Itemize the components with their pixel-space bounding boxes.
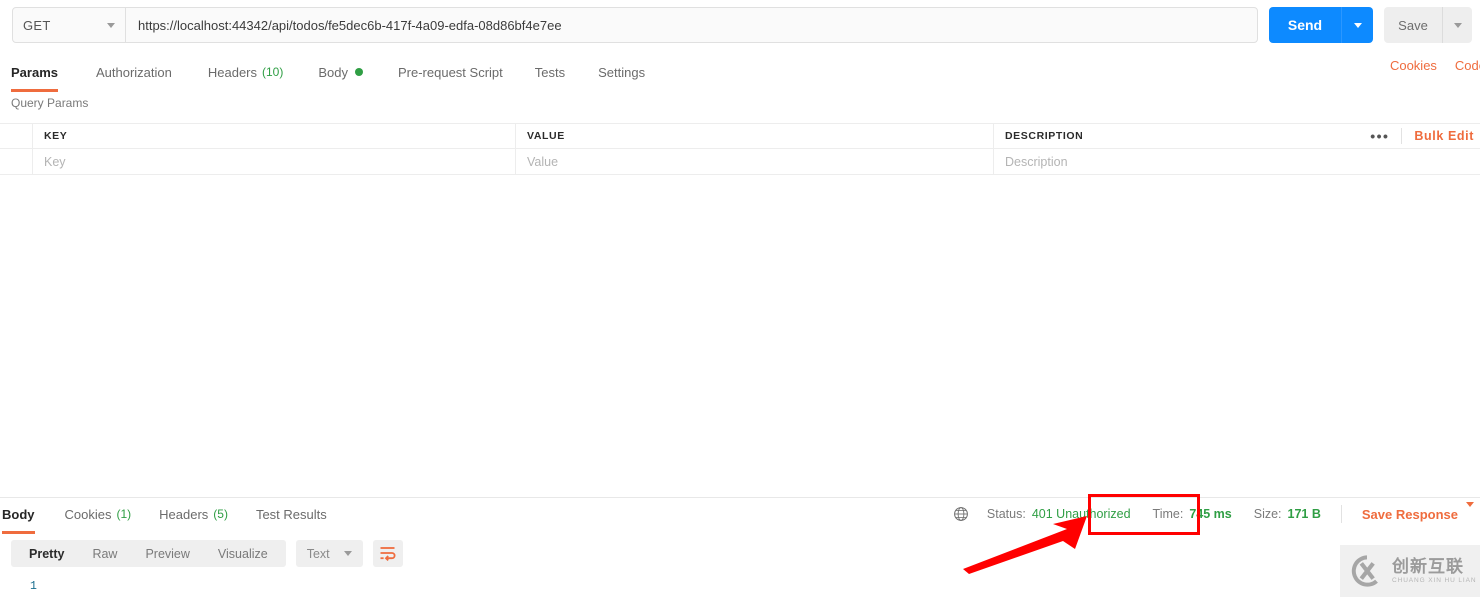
column-header-value: VALUE [516,124,994,148]
status-label: Status: [986,507,1026,521]
tab-tests[interactable]: Tests [535,56,565,88]
status-badge: 401 Unauthorized [1031,507,1131,521]
active-tab-underline [2,531,35,534]
send-button-group: Send [1269,7,1373,43]
tab-tests-label: Tests [534,64,566,80]
param-description-input[interactable]: Description [994,149,1480,174]
param-value-input[interactable]: Value [516,149,994,174]
tab-pre-request-script[interactable]: Pre-request Script [398,56,503,88]
request-url-input[interactable]: https://localhost:44342/api/todos/fe5dec… [125,7,1258,43]
request-url-bar: GET https://localhost:44342/api/todos/fe… [0,0,1480,50]
save-response-button[interactable]: Save Response [1362,507,1458,522]
response-tab-headers[interactable]: Headers (5) [159,498,228,530]
tab-headers-count: (10) [262,65,284,79]
column-header-description-label: DESCRIPTION [1005,130,1084,142]
response-tab-cookies[interactable]: Cookies (1) [65,498,132,530]
cookies-link[interactable]: Cookies [1390,58,1437,73]
params-table-actions: ••• Bulk Edit [1358,124,1474,148]
word-wrap-icon [380,547,396,561]
request-tabs-right-links: Cookies Code [1390,58,1480,73]
response-tab-cookies-label: Cookies [64,506,112,522]
time-value: 745 ms [1189,507,1232,521]
tab-body-label: Body [318,64,348,80]
response-content-type-label: Text [306,546,330,561]
tab-params[interactable]: Params [11,56,58,92]
request-tabs: Params Authorization Headers (10) Body P… [0,56,1480,92]
tab-pre-request-script-label: Pre-request Script [398,64,503,80]
response-tab-body-label: Body [2,506,35,522]
watermark-en: CHUANG XIN HU LIAN [1392,576,1477,584]
code-link[interactable]: Code [1455,58,1480,73]
response-body-gutter-line-number: 1 [30,580,37,593]
tab-headers-label: Headers [207,64,258,80]
chevron-down-icon [1466,502,1474,521]
response-tab-cookies-count: (1) [116,507,132,521]
view-mode-preview[interactable]: Preview [131,540,203,567]
watermark: 创新互联 CHUANG XIN HU LIAN [1340,545,1480,597]
tab-params-label: Params [11,64,58,80]
row-checkbox-cell[interactable] [0,149,33,174]
bulk-edit-button[interactable]: Bulk Edit [1402,129,1474,143]
view-mode-visualize[interactable]: Visualize [204,540,282,567]
postman-window: GET https://localhost:44342/api/todos/fe… [0,0,1480,597]
send-options-button[interactable] [1341,7,1373,43]
table-row[interactable]: Key Value Description [0,149,1480,175]
column-header-description: DESCRIPTION ••• Bulk Edit [994,124,1480,148]
globe-icon[interactable] [953,506,969,522]
response-tab-headers-label: Headers [159,506,209,522]
response-tab-body[interactable]: Body [2,498,35,534]
param-key-input[interactable]: Key [33,149,516,174]
body-present-dot-icon [355,68,363,76]
http-method-label: GET [23,17,51,33]
ellipsis-icon[interactable]: ••• [1358,129,1401,143]
query-params-table: KEY VALUE DESCRIPTION ••• Bulk Edit Key … [0,123,1480,175]
active-tab-underline [11,89,58,92]
view-mode-pretty[interactable]: Pretty [15,540,78,567]
response-tabs: Body Cookies (1) Headers (5) Test Result… [0,498,327,534]
response-tab-test-results[interactable]: Test Results [256,498,327,530]
response-content-type-select[interactable]: Text [295,540,363,567]
cx-logo-icon [1351,555,1378,587]
request-url-text: https://localhost:44342/api/todos/fe5dec… [138,17,562,33]
watermark-cn: 创新互联 [1392,556,1464,576]
word-wrap-button[interactable] [372,540,403,567]
view-mode-raw[interactable]: Raw [78,540,131,567]
time-label: Time: [1152,507,1184,521]
save-button[interactable]: Save [1384,7,1442,43]
chevron-down-icon [107,22,115,28]
tab-authorization-label: Authorization [95,64,172,80]
response-tab-test-results-label: Test Results [255,506,327,522]
tab-headers[interactable]: Headers (10) [208,56,283,88]
chevron-down-icon [1453,22,1462,28]
chevron-down-icon [1353,22,1362,28]
save-response-options-button[interactable] [1466,502,1474,521]
response-view-toolbar: Pretty Raw Preview Visualize Text [11,540,403,567]
http-method-select[interactable]: GET [12,7,126,43]
tab-settings[interactable]: Settings [598,56,645,88]
tab-settings-label: Settings [598,64,646,80]
tab-body[interactable]: Body [318,56,363,88]
query-params-title: Query Params [11,96,89,110]
send-button[interactable]: Send [1269,7,1341,43]
tab-authorization[interactable]: Authorization [96,56,172,88]
size-value: 171 B [1287,507,1321,521]
response-status-bar: Status: 401 Unauthorized Time: 745 ms Si… [953,502,1474,526]
watermark-text: 创新互联 CHUANG XIN HU LIAN [1392,558,1476,585]
column-header-key: KEY [33,124,516,148]
select-all-checkbox-cell[interactable] [0,124,33,148]
save-button-group: Save [1384,7,1472,43]
divider [1340,505,1342,523]
save-options-button[interactable] [1442,7,1472,43]
query-params-header-row: KEY VALUE DESCRIPTION ••• Bulk Edit [0,123,1480,149]
chevron-down-icon [343,551,352,556]
response-view-mode-group: Pretty Raw Preview Visualize [11,540,286,567]
response-tab-headers-count: (5) [213,507,228,521]
size-label: Size: [1253,507,1282,521]
